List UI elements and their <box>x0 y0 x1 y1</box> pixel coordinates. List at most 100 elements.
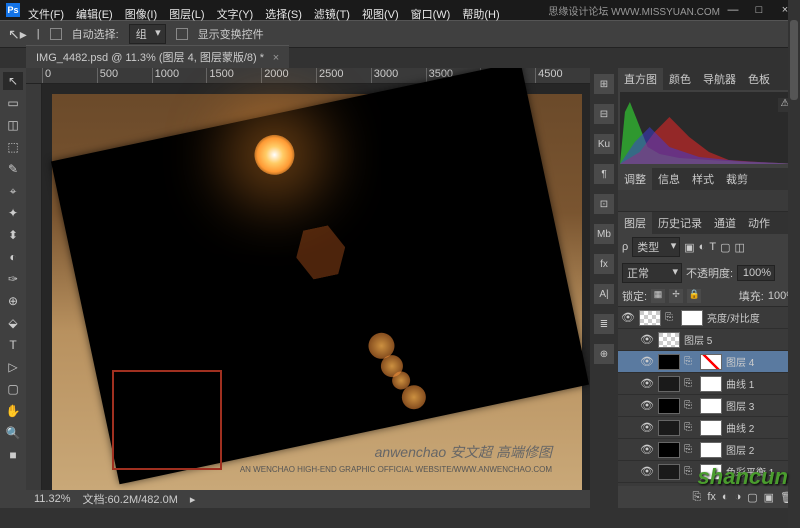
panel-icon[interactable]: ⊡ <box>594 194 614 214</box>
filter-icon-2[interactable]: ◐ <box>699 241 706 253</box>
tool-button[interactable]: 🔍 <box>3 424 23 442</box>
panel-icon[interactable]: ⊕ <box>594 344 614 364</box>
link-icon[interactable]: ⎘ <box>684 466 696 477</box>
lock-position-icon[interactable]: ✢ <box>669 289 683 303</box>
menu-item[interactable]: 文字(Y) <box>217 9 254 21</box>
tab-info[interactable]: 信息 <box>652 168 686 190</box>
visibility-icon[interactable]: 👁 <box>640 333 654 346</box>
mask-thumbnail[interactable] <box>700 376 722 392</box>
link-icon[interactable]: ⎘ <box>684 378 696 389</box>
tab-actions[interactable]: 动作 <box>742 212 776 234</box>
tool-button[interactable]: ⊕ <box>3 292 23 310</box>
layer-thumbnail[interactable] <box>658 398 680 414</box>
tool-button[interactable]: ↖ <box>3 72 23 90</box>
layers-scrollbar[interactable] <box>788 307 800 486</box>
menu-item[interactable]: 视图(V) <box>362 9 399 21</box>
tool-button[interactable]: ✑ <box>3 270 23 288</box>
lock-all-icon[interactable]: 🔒 <box>687 289 701 303</box>
panel-icon[interactable]: ⊟ <box>594 104 614 124</box>
tab-layers[interactable]: 图层 <box>618 212 652 234</box>
layer-row[interactable]: 👁⎘亮度/对比度 <box>618 307 800 329</box>
auto-select-checkbox[interactable] <box>50 28 62 40</box>
status-arrow-icon[interactable]: ▸ <box>190 493 196 506</box>
document-tab[interactable]: IMG_4482.psd @ 11.3% (图层 4, 图层蒙版/8) * × <box>26 45 289 68</box>
visibility-icon[interactable]: 👁 <box>640 465 654 478</box>
tool-button[interactable]: ▭ <box>3 94 23 112</box>
filter-icon-1[interactable]: ▣ <box>684 241 694 254</box>
menu-item[interactable]: 文件(F) <box>28 9 64 21</box>
adjustment-icon[interactable]: ◑ <box>735 491 742 503</box>
link-icon[interactable]: ⎘ <box>684 444 696 455</box>
filter-icon-3[interactable]: T <box>709 241 716 253</box>
mask-thumbnail[interactable] <box>700 354 722 370</box>
visibility-icon[interactable]: 👁 <box>640 377 654 390</box>
layer-thumbnail[interactable] <box>658 354 680 370</box>
layer-thumbnail[interactable] <box>658 376 680 392</box>
filter-kind-dropdown[interactable]: 类型 <box>632 237 680 257</box>
tool-button[interactable]: ⌖ <box>3 182 23 200</box>
mask-icon[interactable]: ◐ <box>722 491 729 503</box>
panel-icon[interactable]: ¶ <box>594 164 614 184</box>
tool-button[interactable]: ⬚ <box>3 138 23 156</box>
mask-thumbnail[interactable] <box>700 442 722 458</box>
show-transform-checkbox[interactable] <box>176 28 188 40</box>
canvas[interactable]: anwenchao 安文超 高端修图 AN WENCHAO HIGH-END G… <box>52 94 582 490</box>
layer-row[interactable]: 👁⎘图层 3 <box>618 395 800 417</box>
tab-close-icon[interactable]: × <box>273 52 279 64</box>
layer-row[interactable]: 👁图层 5 <box>618 329 800 351</box>
tab-swatches[interactable]: 色板 <box>742 68 776 90</box>
minimize-button[interactable]: — <box>724 4 742 16</box>
layer-thumbnail[interactable] <box>658 332 680 348</box>
tab-adjust[interactable]: 调整 <box>618 168 652 190</box>
menu-item[interactable]: 编辑(E) <box>76 9 113 21</box>
link-icon[interactable]: ⎘ <box>684 400 696 411</box>
opacity-input[interactable]: 100% <box>737 265 775 281</box>
maximize-button[interactable]: □ <box>750 4 768 16</box>
layer-thumbnail[interactable] <box>658 464 680 480</box>
tab-navigator[interactable]: 导航器 <box>697 68 742 90</box>
tool-button[interactable]: ✋ <box>3 402 23 420</box>
link-icon[interactable]: ⎘ <box>665 312 677 323</box>
layer-thumbnail[interactable] <box>639 310 661 326</box>
panel-icon[interactable]: A| <box>594 284 614 304</box>
layer-row[interactable]: 👁⎘图层 4 <box>618 351 800 373</box>
menu-item[interactable]: 图层(L) <box>169 9 204 21</box>
tool-button[interactable]: ▷ <box>3 358 23 376</box>
panel-icon[interactable]: fx <box>594 254 614 274</box>
tab-histogram[interactable]: 直方图 <box>618 68 663 90</box>
layer-row[interactable]: 👁⎘曲线 2 <box>618 417 800 439</box>
menu-item[interactable]: 窗口(W) <box>411 9 451 21</box>
tab-channels[interactable]: 通道 <box>708 212 742 234</box>
tool-button[interactable]: ⬙ <box>3 314 23 332</box>
filter-icon-4[interactable]: ▢ <box>720 241 730 254</box>
group-dropdown[interactable]: 组 <box>129 24 166 44</box>
lock-pixels-icon[interactable]: ▦ <box>651 289 665 303</box>
tool-button[interactable]: ⬍ <box>3 226 23 244</box>
tool-button[interactable]: ◐ <box>3 248 23 266</box>
mask-thumbnail[interactable] <box>700 420 722 436</box>
tool-button[interactable]: ■ <box>3 446 23 464</box>
new-layer-icon[interactable]: ▣ <box>764 491 774 504</box>
panel-icon[interactable]: Mb <box>594 224 614 244</box>
link-layers-icon[interactable]: ⎘ <box>693 491 702 504</box>
layer-thumbnail[interactable] <box>658 420 680 436</box>
link-icon[interactable]: ⎘ <box>684 356 696 367</box>
mask-thumbnail[interactable] <box>681 310 703 326</box>
visibility-icon[interactable]: 👁 <box>640 355 654 368</box>
panel-icon[interactable]: ≣ <box>594 314 614 334</box>
visibility-icon[interactable]: 👁 <box>640 443 654 456</box>
menu-item[interactable]: 图像(I) <box>125 9 157 21</box>
blend-mode-dropdown[interactable]: 正常 <box>622 263 682 283</box>
visibility-icon[interactable]: 👁 <box>621 311 635 324</box>
menu-item[interactable]: 选择(S) <box>265 9 302 21</box>
menu-item[interactable]: 帮助(H) <box>462 9 499 21</box>
tool-button[interactable]: ✎ <box>3 160 23 178</box>
fx-icon[interactable]: fx <box>707 491 716 503</box>
menu-item[interactable]: 滤镜(T) <box>314 9 350 21</box>
group-icon[interactable]: ▢ <box>747 491 757 504</box>
link-icon[interactable]: ⎘ <box>684 422 696 433</box>
tool-button[interactable]: ✦ <box>3 204 23 222</box>
layer-row[interactable]: 👁⎘图层 2 <box>618 439 800 461</box>
tool-button[interactable]: ◫ <box>3 116 23 134</box>
panel-icon[interactable]: Ku <box>594 134 614 154</box>
